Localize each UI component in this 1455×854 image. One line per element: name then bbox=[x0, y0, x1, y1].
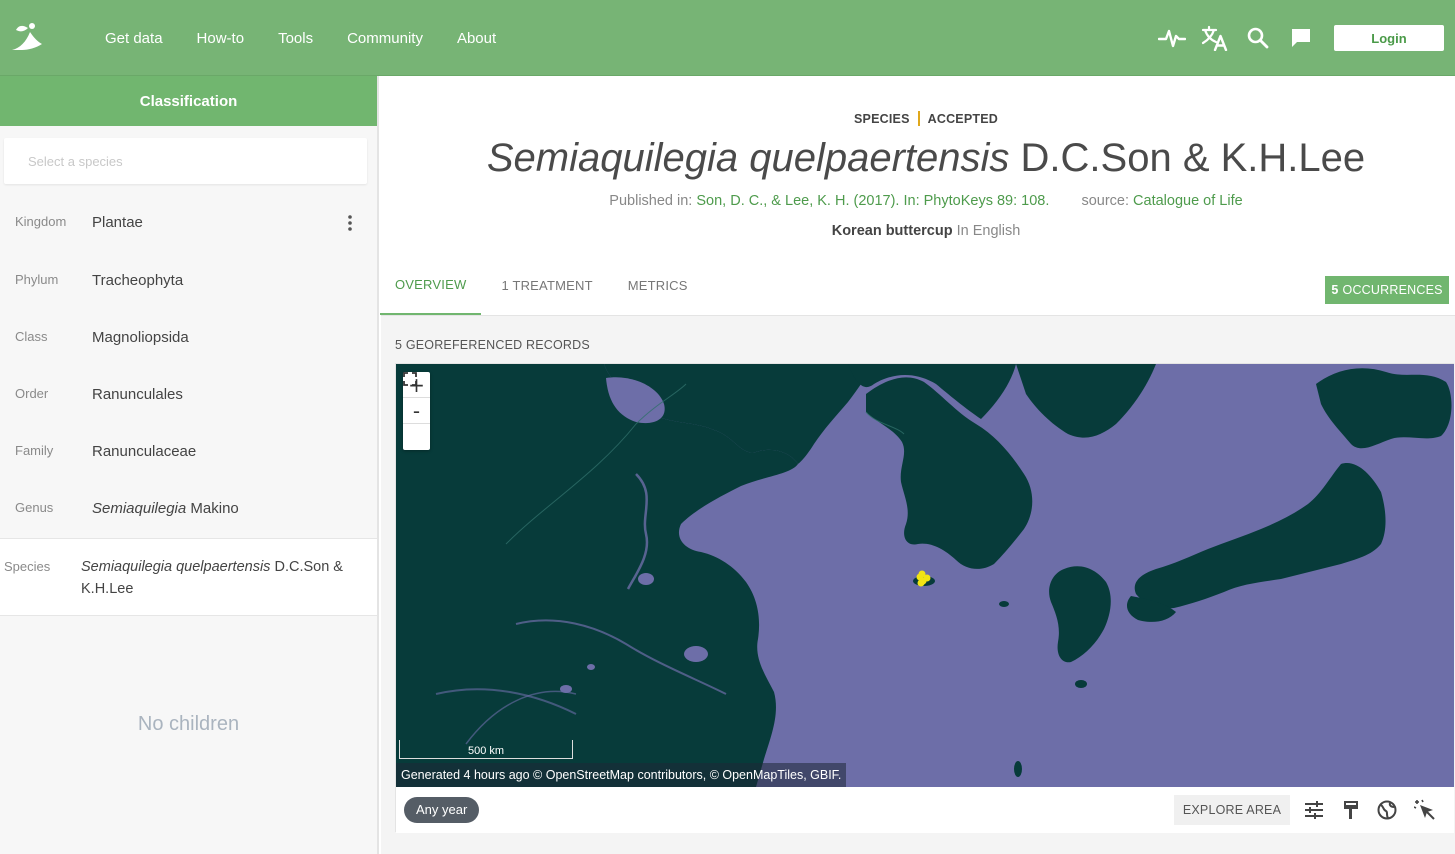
map-toolbar: Any year EXPLORE AREA bbox=[396, 787, 1454, 833]
page-title: Semiaquilegia quelpaertensis D.C.Son & K… bbox=[381, 136, 1455, 181]
tab-metrics[interactable]: METRICS bbox=[628, 256, 688, 315]
select-pointer-icon[interactable] bbox=[1413, 798, 1437, 822]
genus-name: Semiaquilegia bbox=[92, 500, 187, 517]
activity-icon[interactable] bbox=[1158, 24, 1186, 52]
occurrence-point[interactable] bbox=[917, 579, 925, 587]
map-zoom-controls: + - bbox=[403, 372, 430, 450]
rank-label: Order bbox=[15, 386, 49, 401]
classification-sidebar: Classification Kingdom Plantae Phylum Tr… bbox=[0, 76, 379, 854]
sidebar-title: Classification bbox=[0, 76, 377, 126]
rank-label: Family bbox=[15, 443, 54, 458]
style-brush-icon[interactable] bbox=[1339, 798, 1363, 822]
rank-value-class[interactable]: Magnoliopsida bbox=[92, 328, 189, 348]
map-scale-bar: 500 km bbox=[399, 740, 573, 759]
occurrence-map[interactable]: + - 500 km Generated 4 hours ago © OpenS… bbox=[396, 364, 1454, 787]
occurrences-button[interactable]: 5 OCCURRENCES bbox=[1325, 276, 1449, 304]
nav-about[interactable]: About bbox=[457, 30, 496, 47]
map-base bbox=[396, 364, 1452, 787]
rank-badge: SPECIES bbox=[854, 112, 910, 126]
vernacular-name: Korean buttercup bbox=[831, 223, 953, 239]
rank-row-kingdom: Kingdom Plantae bbox=[0, 213, 377, 270]
login-button[interactable]: Login bbox=[1334, 25, 1444, 51]
year-filter-chip[interactable]: Any year bbox=[404, 797, 480, 823]
map-attribution: Generated 4 hours ago © OpenStreetMap co… bbox=[396, 763, 847, 787]
rank-row-phylum: Phylum Tracheophyta bbox=[0, 271, 377, 328]
rank-label: Phylum bbox=[15, 272, 59, 287]
source-link[interactable]: Catalogue of Life bbox=[1133, 193, 1243, 209]
scientific-name: Semiaquilegia quelpaertensis bbox=[486, 136, 1010, 180]
more-options-icon[interactable] bbox=[341, 213, 359, 233]
tab-treatment[interactable]: 1 TREATMENT bbox=[501, 256, 592, 315]
occurrence-map-card: + - 500 km Generated 4 hours ago © OpenS… bbox=[395, 363, 1454, 833]
nav-tools[interactable]: Tools bbox=[278, 30, 313, 47]
search-icon[interactable] bbox=[1244, 24, 1272, 52]
rank-value-phylum[interactable]: Tracheophyta bbox=[92, 271, 183, 291]
authorship: D.C.Son & K.H.Lee bbox=[1020, 136, 1366, 180]
source-label: source: bbox=[1081, 193, 1130, 209]
status-badge: ACCEPTED bbox=[927, 112, 998, 126]
nav-get-data[interactable]: Get data bbox=[105, 30, 163, 47]
publication-line: Published in: Son, D. C., & Lee, K. H. (… bbox=[381, 193, 1455, 209]
feedback-icon[interactable] bbox=[1287, 24, 1315, 52]
nav-how-to[interactable]: How-to bbox=[197, 30, 245, 47]
occurrences-label: OCCURRENCES bbox=[1342, 283, 1443, 297]
rank-value-kingdom[interactable]: Plantae bbox=[92, 213, 143, 233]
published-in-link[interactable]: Son, D. C., & Lee, K. H. (2017). In: Phy… bbox=[696, 193, 1049, 209]
rank-row-order: Order Ranunculales bbox=[0, 385, 377, 442]
occurrences-count: 5 bbox=[1331, 283, 1339, 297]
species-name: Semiaquilegia quelpaertensis bbox=[81, 559, 271, 575]
fullscreen-icon[interactable] bbox=[403, 372, 430, 450]
rank-row-family: Family Ranunculaceae bbox=[0, 442, 377, 499]
zoom-out-button[interactable]: - bbox=[403, 398, 430, 424]
species-page: SPECIES ACCEPTED Semiaquilegia quelpaerte… bbox=[380, 76, 1455, 854]
rank-value-species[interactable]: Semiaquilegia quelpaertensis D.C.Son & K… bbox=[81, 556, 361, 600]
vernacular-language: In English bbox=[956, 223, 1021, 239]
tab-overview[interactable]: OVERVIEW bbox=[380, 256, 482, 315]
no-children-message: No children bbox=[137, 713, 240, 735]
georeferenced-records-label: 5 GEOREFERENCED RECORDS bbox=[395, 338, 590, 352]
explore-area-button[interactable]: EXPLORE AREA bbox=[1174, 795, 1290, 825]
rank-row-species: Species Semiaquilegia quelpaertensis D.C… bbox=[0, 538, 377, 616]
globe-icon[interactable] bbox=[1375, 798, 1399, 822]
status-divider bbox=[917, 111, 920, 126]
rank-label: Species bbox=[4, 559, 51, 574]
rank-label: Kingdom bbox=[15, 214, 67, 229]
rank-row-class: Class Magnoliopsida bbox=[0, 328, 377, 385]
filter-icon[interactable] bbox=[1302, 798, 1326, 822]
gbif-logo-icon[interactable] bbox=[8, 20, 44, 56]
rank-label: Genus bbox=[15, 500, 54, 515]
rank-value-family[interactable]: Ranunculaceae bbox=[92, 442, 196, 462]
rank-label: Class bbox=[15, 329, 48, 344]
translate-icon[interactable] bbox=[1201, 24, 1229, 52]
vernacular-line: Korean buttercup In English bbox=[381, 223, 1455, 239]
top-navigation: Get data How-to Tools Community About Lo… bbox=[0, 0, 1455, 76]
taxon-status: SPECIES ACCEPTED bbox=[381, 111, 1455, 126]
rank-value-genus[interactable]: Semiaquilegia Makino bbox=[92, 499, 239, 519]
genus-author: Makino bbox=[190, 500, 239, 517]
published-label: Published in: bbox=[609, 193, 693, 209]
nav-community[interactable]: Community bbox=[347, 30, 423, 47]
tab-bar: OVERVIEW 1 TREATMENT METRICS bbox=[380, 256, 723, 316]
rank-value-order[interactable]: Ranunculales bbox=[92, 385, 183, 405]
species-search[interactable] bbox=[4, 138, 367, 184]
species-search-input[interactable] bbox=[4, 138, 367, 184]
occurrence-point[interactable] bbox=[918, 570, 926, 578]
